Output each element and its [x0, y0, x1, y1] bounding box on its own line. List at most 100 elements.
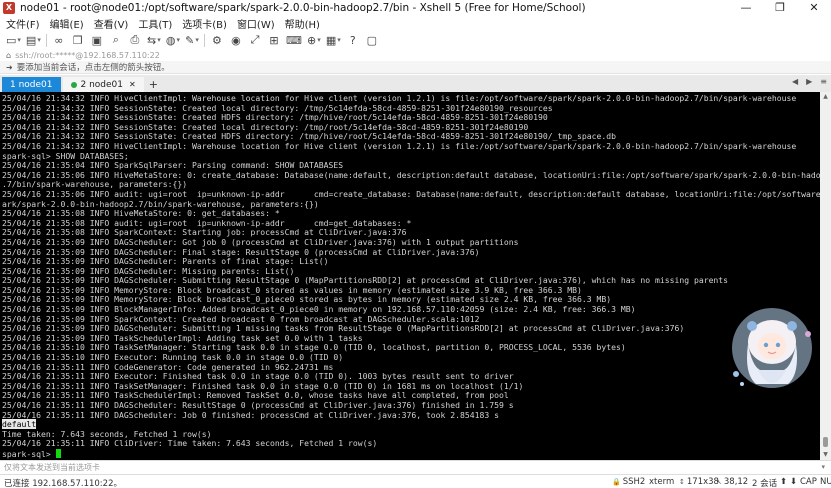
terminal-line: 25/04/16 21:35:09 INFO SparkContext: Cre… — [2, 313, 480, 324]
resize-icon: ↕ — [679, 478, 685, 486]
globe-icon[interactable]: ◍ ▾ — [166, 33, 180, 47]
tab-close-icon[interactable]: ✕ — [129, 80, 136, 89]
minimize-button[interactable]: — — [729, 0, 763, 16]
status-bar: 已连接 192.168.57.110:22。 🔒 SSH2 xterm ↕ 171x… — [0, 474, 831, 488]
xftp-icon[interactable]: ⚙ — [210, 33, 224, 47]
status-upload-icon[interactable]: ⬆ — [780, 477, 787, 487]
terminal-line: 25/04/16 21:35:06 INFO audit: ugi=root i… — [2, 188, 820, 199]
tab-label: 1 node01 — [10, 79, 53, 90]
terminal-line: 25/04/16 21:34:32 INFO HiveClientImpl: W… — [2, 140, 797, 151]
terminal-line: 25/04/16 21:35:06 INFO HiveMetaStore: 0:… — [2, 169, 820, 180]
terminal-line: 25/04/16 21:35:11 INFO Executor: Finishe… — [2, 371, 514, 382]
toolbar-separator — [203, 33, 205, 47]
address-bar[interactable]: ⌂ ssh://root:*****@192.168.57.110:22 — [0, 49, 831, 61]
status-cursor: ↖ 38,12 — [716, 477, 748, 487]
tab-node01-2[interactable]: 2 node01 ✕ — [62, 77, 144, 92]
fullscreen-icon[interactable]: ⤢ — [248, 33, 262, 47]
compose-input[interactable]: 仅将文本发送到当前选项卡 — [4, 462, 100, 473]
lock-icon[interactable]: ⊞ — [267, 33, 281, 47]
menu-help[interactable]: 帮助(H) — [281, 16, 324, 31]
menu-tabs[interactable]: 选项卡(B) — [178, 16, 231, 31]
window-title: node01 - root@node01:/opt/software/spark… — [20, 2, 586, 14]
scrollbar-thumb[interactable] — [823, 437, 828, 447]
terminal-line: 25/04/16 21:35:09 INFO DAGScheduler: Fin… — [2, 246, 480, 257]
script-icon[interactable]: ◉ — [229, 33, 243, 47]
tab-menu-icon[interactable]: ≡ — [820, 77, 827, 86]
cli-driver-line: 25/04/16 21:35:11 INFO CliDriver: Time t… — [2, 438, 378, 449]
arrow-icon[interactable]: ➜ — [6, 63, 13, 72]
terminal-line: 25/04/16 21:35:11 INFO TaskSetManager: F… — [2, 380, 524, 391]
new-tab-button[interactable]: + — [146, 77, 161, 92]
terminal-line: 25/04/16 21:35:09 INFO DAGScheduler: Sub… — [2, 275, 729, 286]
terminal-line: 25/04/16 21:35:10 INFO Executor: Running… — [2, 352, 344, 363]
terminal-output: 25/04/16 21:34:32 INFO HiveClientImpl: W… — [2, 93, 820, 460]
tab-node01-1[interactable]: 1 node01 — [2, 77, 61, 92]
vertical-scrollbar[interactable]: ▲ ▼ — [820, 92, 831, 460]
layout-icon[interactable]: ▦ ▾ — [326, 33, 341, 47]
terminal-line: 25/04/16 21:35:04 INFO SparkSqlParser: P… — [2, 160, 344, 171]
tab-next-icon[interactable]: ▶ — [806, 77, 812, 86]
status-caps: CAP — [800, 477, 817, 487]
terminal-line: 25/04/16 21:34:32 INFO SessionState: Cre… — [2, 112, 548, 123]
close-button[interactable]: ✕ — [797, 0, 831, 16]
terminal-line: 25/04/16 21:35:08 INFO SparkContext: Sta… — [2, 227, 407, 238]
status-sessions: 2 会话 — [752, 479, 778, 488]
menu-window[interactable]: 窗口(W) — [233, 16, 279, 31]
color-icon[interactable]: ✎ ▾ — [185, 33, 199, 47]
status-num: NUM — [820, 477, 831, 487]
status-connection: 已连接 192.168.57.110:22。 — [4, 479, 122, 488]
scroll-up-icon[interactable]: ▲ — [820, 92, 831, 102]
terminal-line: 25/04/16 21:35:09 INFO DAGScheduler: Sub… — [2, 323, 685, 334]
copy-icon[interactable]: ❐ — [71, 33, 85, 47]
lock-icon: 🔒 — [612, 478, 621, 486]
chat-icon[interactable]: ▢ — [365, 33, 379, 47]
query-result: default — [2, 419, 37, 430]
add-icon[interactable]: ⊕ ▾ — [307, 33, 321, 47]
menu-edit[interactable]: 编辑(E) — [46, 16, 88, 31]
terminal-line: spark-sql> SHOW DATABASES; — [2, 150, 129, 161]
maximize-button[interactable]: ❐ — [763, 0, 797, 16]
terminal-line: ark/spark-2.0.0-bin-hadoop2.7/bin/spark-… — [2, 198, 319, 209]
terminal-line: 25/04/16 21:35:09 INFO DAGScheduler: Mis… — [2, 265, 295, 276]
hint-bar: ➜ 要添加当前会话，点击左侧的箭头按钮。 — [0, 61, 831, 74]
tab-navigation: ◀ ▶ ≡ — [784, 77, 827, 86]
search-icon[interactable]: ⌕ — [109, 33, 123, 47]
status-protocol: 🔒 SSH2 — [612, 477, 645, 487]
status-size-text: 171x38 — [686, 477, 719, 487]
terminal-line: 25/04/16 21:35:10 INFO TaskSetManager: S… — [2, 342, 626, 353]
folder-icon[interactable]: ▤ ▾ — [26, 33, 41, 47]
new-session-icon[interactable]: ▭ ▾ — [6, 33, 21, 47]
address-text: ssh://root:*****@192.168.57.110:22 — [15, 50, 160, 60]
terminal-line: 25/04/16 21:35:09 INFO TaskSchedulerImpl… — [2, 332, 363, 343]
terminal-line: 25/04/16 21:35:09 INFO DAGScheduler: Got… — [2, 236, 519, 247]
terminal-line: 25/04/16 21:34:32 INFO SessionState: Cre… — [2, 102, 553, 113]
compose-menu-icon[interactable]: ▾ — [821, 463, 825, 471]
menu-view[interactable]: 查看(V) — [90, 16, 133, 31]
menu-file[interactable]: 文件(F) — [2, 16, 44, 31]
transfer-icon[interactable]: ⇆ ▾ — [147, 33, 161, 47]
terminal-line: 25/04/16 21:34:32 INFO HiveClientImpl: W… — [2, 93, 797, 103]
terminal-line: 25/04/16 21:35:08 INFO audit: ugi=root i… — [2, 217, 412, 228]
anime-sticker-image — [732, 308, 812, 388]
help-icon[interactable]: ? — [346, 33, 360, 47]
window-controls: — ❐ ✕ — [729, 0, 831, 16]
terminal-area[interactable]: 25/04/16 21:34:32 INFO HiveClientImpl: W… — [0, 92, 820, 460]
print-icon[interactable]: ⎙ — [128, 33, 142, 47]
tab-prev-icon[interactable]: ◀ — [792, 77, 798, 86]
terminal-line: 25/04/16 21:35:08 INFO HiveMetaStore: 0:… — [2, 208, 280, 219]
keyboard-icon[interactable]: ⌨ — [286, 33, 302, 47]
status-size: ↕ 171x38 — [679, 477, 719, 487]
terminal-line: 25/04/16 21:35:09 INFO MemoryStore: Bloc… — [2, 284, 582, 295]
compose-bar[interactable]: 仅将文本发送到当前选项卡 ▾ — [0, 460, 831, 473]
connected-status-icon — [70, 81, 77, 88]
link-icon[interactable]: ∞ — [52, 33, 66, 47]
paste-icon[interactable]: ▣ — [90, 33, 104, 47]
terminal-line: 25/04/16 21:35:11 INFO TaskSchedulerImpl… — [2, 390, 509, 401]
tab-bar: 1 node01 2 node01 ✕ + ◀ ▶ ≡ — [0, 75, 831, 92]
status-download-icon[interactable]: ⬇ — [790, 477, 797, 487]
toolbar-separator — [45, 33, 47, 47]
scroll-down-icon[interactable]: ▼ — [820, 450, 831, 460]
terminal-line: 25/04/16 21:35:11 INFO CodeGenerator: Co… — [2, 361, 334, 372]
time-taken-line: Time taken: 7.643 seconds, Fetched 1 row… — [2, 428, 212, 439]
menu-tools[interactable]: 工具(T) — [134, 16, 176, 31]
